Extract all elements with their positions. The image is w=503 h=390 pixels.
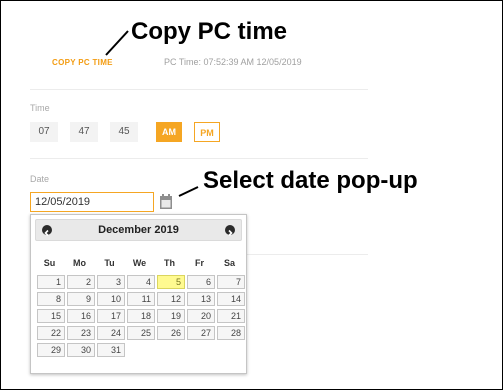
pm-toggle-button[interactable]: PM	[194, 122, 220, 142]
calendar-day[interactable]: 1	[37, 275, 65, 289]
date-picker-popup: December 2019 Su Mo Tu We Th Fr Sa 1 2 3 4 5 6 7 8 9 10 1…	[30, 214, 247, 374]
calendar-day[interactable]: 23	[67, 326, 95, 340]
divider	[247, 254, 368, 255]
calendar-day[interactable]: 16	[67, 309, 95, 323]
copy-pc-time-link[interactable]: COPY PC TIME	[52, 58, 113, 67]
calendar-day[interactable]: 13	[187, 292, 215, 306]
calendar-day[interactable]: 6	[187, 275, 215, 289]
calendar-day[interactable]: 7	[217, 275, 245, 289]
calendar-day[interactable]: 14	[217, 292, 245, 306]
calendar-day[interactable]: 4	[127, 275, 155, 289]
calendar-day[interactable]: 15	[37, 309, 65, 323]
calendar-day[interactable]: 26	[157, 326, 185, 340]
weekday-header: Su	[43, 258, 56, 268]
annotation-select-date-popup: Select date pop-up	[203, 167, 418, 194]
calendar-day[interactable]: 29	[37, 343, 65, 357]
calendar-month-title: December 2019	[98, 224, 179, 236]
calendar-day[interactable]: 3	[97, 275, 125, 289]
weekday-header: Th	[164, 258, 175, 268]
calendar-day[interactable]: 25	[127, 326, 155, 340]
calendar-day[interactable]: 24	[97, 326, 125, 340]
calendar-day-selected[interactable]: 5	[157, 275, 185, 289]
weekday-header: Mo	[73, 258, 86, 268]
calendar-day[interactable]: 30	[67, 343, 95, 357]
am-toggle-button[interactable]: AM	[156, 122, 182, 142]
calendar-day[interactable]: 27	[187, 326, 215, 340]
calendar-icon[interactable]	[159, 193, 173, 210]
weekday-header: Fr	[195, 258, 204, 268]
calendar-day[interactable]: 8	[37, 292, 65, 306]
chevron-right-icon[interactable]	[225, 225, 235, 237]
minute-field[interactable]: 47	[70, 122, 98, 142]
calendar-header: December 2019	[35, 219, 242, 241]
hour-field[interactable]: 07	[30, 122, 58, 142]
calendar-day[interactable]: 22	[37, 326, 65, 340]
calendar-day[interactable]: 18	[127, 309, 155, 323]
weekday-header: We	[132, 258, 147, 268]
date-label: Date	[30, 174, 50, 184]
second-field[interactable]: 45	[110, 122, 138, 142]
divider	[30, 89, 368, 90]
calendar-day[interactable]: 31	[97, 343, 125, 357]
weekday-header: Sa	[223, 258, 235, 268]
date-input[interactable]: 12/05/2019	[30, 192, 154, 212]
time-label: Time	[30, 103, 50, 113]
divider	[30, 158, 368, 159]
calendar-day[interactable]: 17	[97, 309, 125, 323]
calendar-day[interactable]: 12	[157, 292, 185, 306]
weekday-header: Tu	[104, 258, 115, 268]
calendar-day[interactable]: 20	[187, 309, 215, 323]
calendar-day[interactable]: 10	[97, 292, 125, 306]
pc-time-readout: PC Time: 07:52:39 AM 12/05/2019	[164, 57, 302, 67]
calendar-day[interactable]: 2	[67, 275, 95, 289]
calendar-day[interactable]: 28	[217, 326, 245, 340]
calendar-day[interactable]: 21	[217, 309, 245, 323]
calendar-day[interactable]: 11	[127, 292, 155, 306]
calendar-day[interactable]: 19	[157, 309, 185, 323]
calendar-day[interactable]: 9	[67, 292, 95, 306]
